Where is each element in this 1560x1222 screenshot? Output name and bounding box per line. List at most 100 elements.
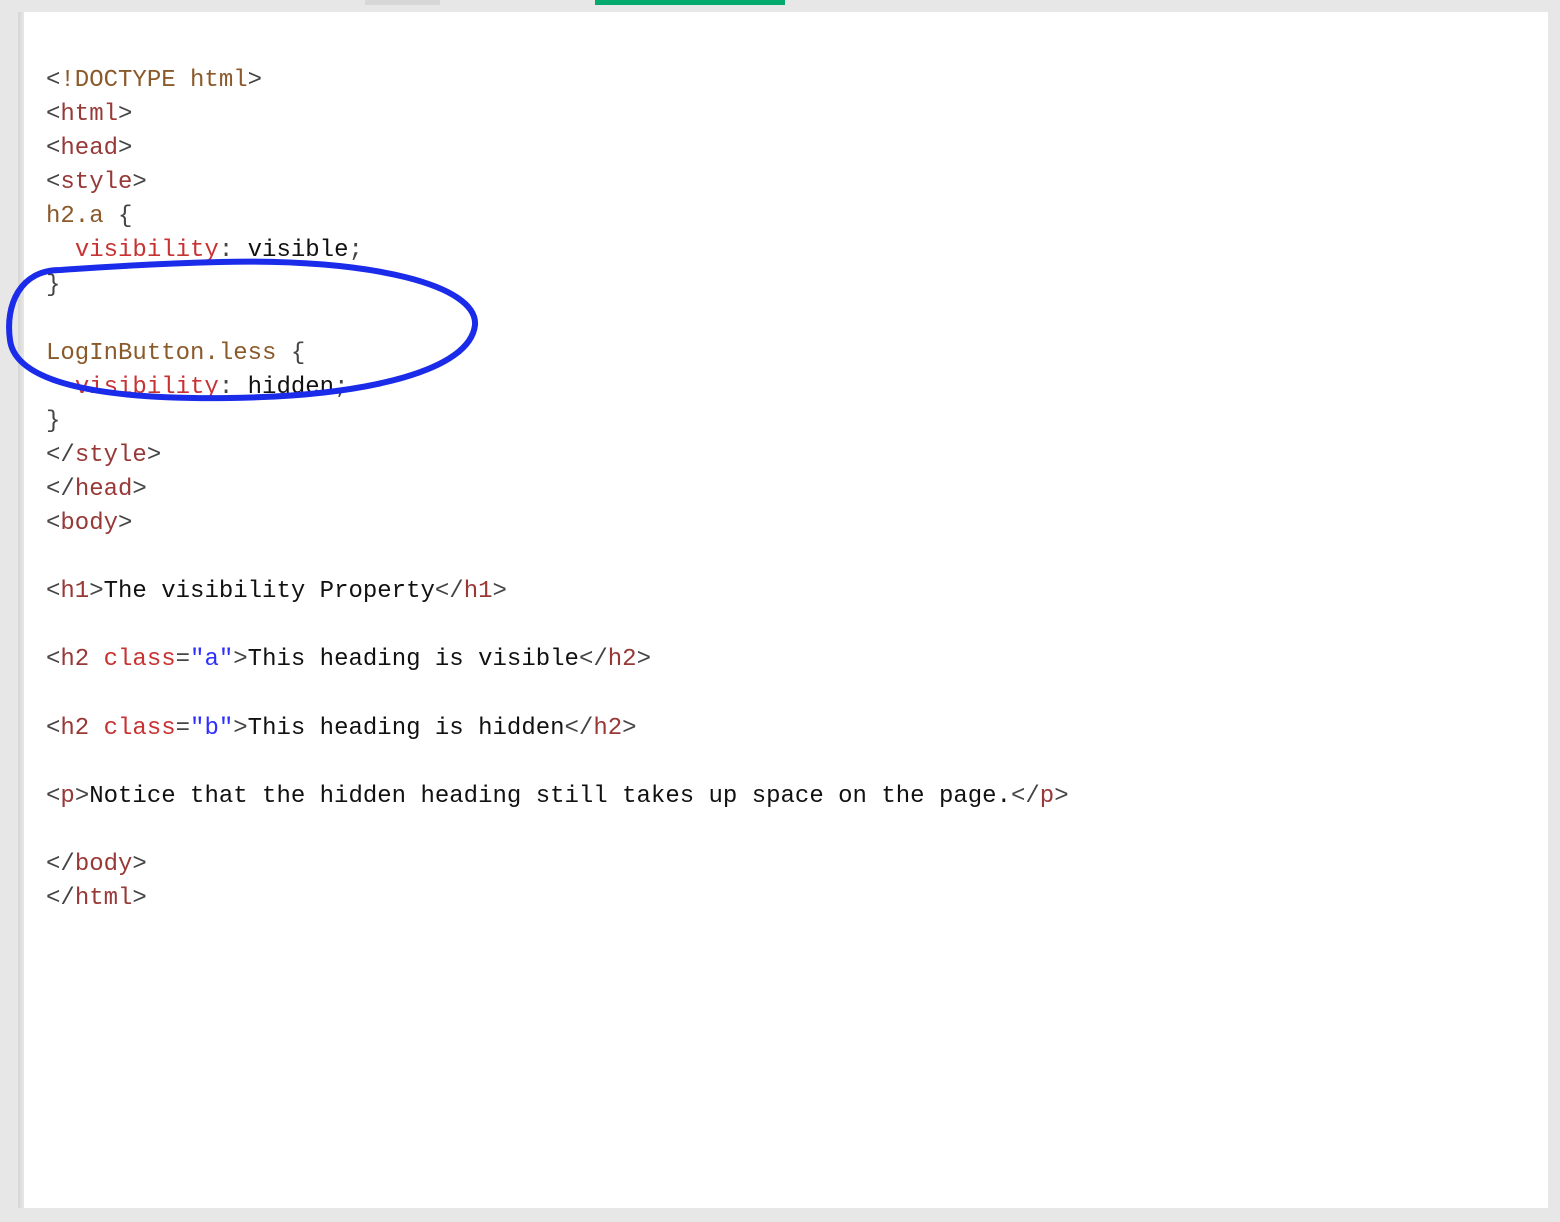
- code-token: <: [46, 510, 60, 537]
- code-token: !DOCTYPE: [60, 67, 175, 94]
- code-token: The visibility Property: [104, 578, 435, 605]
- code-token: ": [190, 715, 204, 742]
- code-token: [233, 374, 247, 401]
- code-token: html: [75, 885, 133, 912]
- tab-indicator-active: [595, 0, 785, 5]
- code-token: <: [46, 67, 60, 94]
- code-token: >: [233, 646, 247, 673]
- code-token: }: [46, 272, 60, 299]
- code-token: ": [219, 715, 233, 742]
- code-token: >: [493, 578, 507, 605]
- code-token: [46, 237, 75, 264]
- code-token: </: [435, 578, 464, 605]
- code-token: This heading is hidden: [248, 715, 565, 742]
- code-token: >: [1054, 783, 1068, 810]
- code-token: >: [132, 169, 146, 196]
- code-token: Notice that the hidden heading still tak…: [89, 783, 1011, 810]
- code-token: ;: [334, 374, 348, 401]
- code-token: }: [46, 408, 60, 435]
- code-token: class: [104, 715, 176, 742]
- code-token: <: [46, 135, 60, 162]
- code-token: class: [104, 646, 176, 673]
- code-token: a: [204, 646, 218, 673]
- code-editor[interactable]: <!DOCTYPE html> <html> <head> <style> h2…: [24, 12, 1548, 1208]
- code-token: <: [46, 715, 60, 742]
- code-token: >: [147, 442, 161, 469]
- code-token: ": [219, 646, 233, 673]
- code-token: ": [190, 646, 204, 673]
- code-token: </: [46, 442, 75, 469]
- code-token: >: [132, 885, 146, 912]
- code-token: This heading is visible: [248, 646, 579, 673]
- code-token: >: [248, 67, 262, 94]
- code-token: {: [118, 203, 132, 230]
- code-token: </: [46, 476, 75, 503]
- code-token: <: [46, 646, 60, 673]
- code-blank-line: [46, 544, 60, 571]
- code-token: =: [176, 715, 190, 742]
- code-blank-line: [46, 306, 60, 333]
- code-token: h2: [608, 646, 637, 673]
- code-token: h1: [60, 578, 89, 605]
- code-token: >: [75, 783, 89, 810]
- code-token: {: [291, 340, 305, 367]
- code-token: html: [190, 67, 248, 94]
- code-token: [89, 715, 103, 742]
- code-token: html: [60, 101, 118, 128]
- code-token: h2.a: [46, 203, 104, 230]
- code-token: h1: [464, 578, 493, 605]
- code-content[interactable]: <!DOCTYPE html> <html> <head> <style> h2…: [46, 64, 1526, 916]
- code-blank-line: [46, 612, 60, 639]
- code-token: [104, 203, 118, 230]
- code-token: [276, 340, 290, 367]
- code-token: visible: [248, 237, 349, 264]
- code-token: >: [118, 101, 132, 128]
- code-token: </: [565, 715, 594, 742]
- code-token: </: [579, 646, 608, 673]
- code-token: hidden: [248, 374, 334, 401]
- code-token: style: [60, 169, 132, 196]
- code-token: visibility: [75, 374, 219, 401]
- code-token: [176, 67, 190, 94]
- code-token: p: [1040, 783, 1054, 810]
- code-blank-line: [46, 680, 60, 707]
- code-token: <: [46, 783, 60, 810]
- code-token: :: [219, 237, 233, 264]
- code-token: h2: [60, 715, 89, 742]
- code-token: >: [132, 851, 146, 878]
- code-token: body: [75, 851, 133, 878]
- code-token: :: [219, 374, 233, 401]
- code-token: head: [75, 476, 133, 503]
- code-token: </: [46, 851, 75, 878]
- code-token: </: [46, 885, 75, 912]
- code-token: >: [233, 715, 247, 742]
- code-blank-line: [46, 817, 60, 844]
- code-token: [89, 646, 103, 673]
- code-token: LogInButton.less: [46, 340, 276, 367]
- tab-indicator-inactive: [365, 0, 440, 5]
- code-token: [233, 237, 247, 264]
- code-token: ;: [348, 237, 362, 264]
- code-token: >: [118, 510, 132, 537]
- code-token: >: [118, 135, 132, 162]
- code-token: >: [132, 476, 146, 503]
- code-token: h2: [593, 715, 622, 742]
- code-token: >: [637, 646, 651, 673]
- code-token: head: [60, 135, 118, 162]
- code-token: </: [1011, 783, 1040, 810]
- code-token: visibility: [75, 237, 219, 264]
- code-token: body: [60, 510, 118, 537]
- page-wrap: <!DOCTYPE html> <html> <head> <style> h2…: [0, 0, 1560, 1222]
- code-token: <: [46, 101, 60, 128]
- code-token: <: [46, 578, 60, 605]
- code-token: >: [622, 715, 636, 742]
- code-blank-line: [46, 749, 60, 776]
- code-token: b: [204, 715, 218, 742]
- code-token: h2: [60, 646, 89, 673]
- code-token: <: [46, 169, 60, 196]
- code-token: >: [89, 578, 103, 605]
- code-token: p: [60, 783, 74, 810]
- code-token: =: [176, 646, 190, 673]
- code-token: [46, 374, 75, 401]
- code-token: style: [75, 442, 147, 469]
